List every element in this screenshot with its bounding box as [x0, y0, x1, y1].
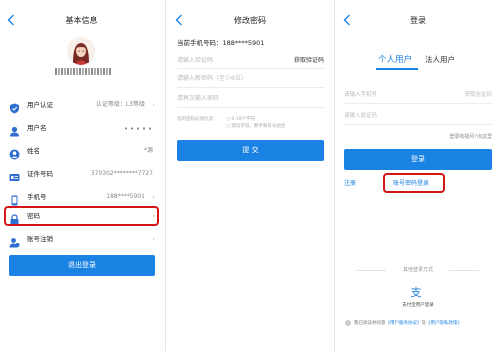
tab-corporate[interactable]: 法人用户 [425, 55, 455, 65]
highlight-box [4, 206, 159, 226]
shield-icon [9, 99, 20, 114]
highlight-box [383, 173, 445, 193]
divider [177, 107, 324, 108]
service-agreement-link[interactable]: 《用户服务协议》 [386, 321, 422, 326]
row-label: 证件号码 [27, 170, 53, 178]
row-id-number[interactable]: 证件号码 370302********7727 [0, 164, 163, 184]
id-card-icon [9, 168, 20, 181]
page-title: 基本信息 [65, 16, 98, 25]
new-password-input[interactable]: 请输入新密码（至少6位） [177, 74, 247, 84]
agreement-checkbox[interactable] [345, 320, 351, 326]
page-title: 修改密码 [234, 16, 266, 25]
masked-value [123, 127, 153, 130]
svg-text:支: 支 [411, 286, 422, 299]
phone-input[interactable]: 请输入手机号 [344, 90, 377, 100]
confirm-password-input[interactable]: 请再次输入密码 [177, 94, 219, 104]
alipay-login-label: 支付宝用户登录 [402, 303, 434, 308]
phone-icon [9, 191, 20, 206]
divider [177, 68, 324, 69]
row-label: 账号注销 [27, 235, 53, 243]
page-title: 登录 [410, 16, 426, 25]
row-label: 姓名 [27, 147, 40, 155]
change-password-screen: 修改密码 当前手机号码：188****5901 请输入验证码 获取验证码 请输入… [168, 0, 332, 351]
active-tab-indicator [376, 68, 418, 70]
row-value: 188****5901 [106, 193, 145, 200]
verification-code-input[interactable]: 请输入验证码 [344, 111, 377, 121]
agreement-text: 我已阅读并同意《用户服务协议》及《用户隐私政策》 [354, 320, 462, 327]
login-button[interactable]: 登录 [344, 149, 492, 170]
masked-username [55, 68, 111, 75]
divider [165, 0, 166, 351]
login-help-link[interactable]: 登录有疑问?点这里 [449, 133, 492, 141]
row-value: 370302********7727 [90, 170, 153, 177]
user-remove-icon [9, 233, 20, 248]
person-icon [9, 122, 20, 137]
row-username[interactable]: 用户名 [0, 118, 163, 138]
password-rule-length: ○ 6-18个字符 [226, 117, 256, 122]
register-link[interactable]: 注册 [344, 179, 356, 189]
divider [177, 87, 324, 88]
submit-button[interactable]: 提 交 [177, 140, 324, 161]
row-label: 用户名 [27, 124, 47, 132]
login-screen: 登录 个人用户 法人用户 请输入手机号 获取验证码 请输入验证码 登录有疑问?点… [336, 0, 500, 351]
chevron-right-icon: › [152, 193, 155, 201]
row-value: 认证等级：L3等级 [95, 101, 145, 108]
divider [344, 103, 492, 104]
verification-code-input[interactable]: 请输入验证码 [177, 56, 213, 66]
user-circle-icon [9, 145, 20, 160]
divider [334, 0, 335, 351]
password-hint-label: 您的密码必须包含： [177, 117, 218, 122]
logout-button[interactable]: 退出登录 [9, 255, 155, 276]
privacy-policy-link[interactable]: 《用户隐私政策》 [426, 321, 462, 326]
row-user-verification[interactable]: 用户认证 认证等级：L3等级 › [0, 95, 163, 115]
row-label: 手机号 [27, 193, 47, 201]
get-code-button[interactable]: 获取验证码 [464, 90, 492, 100]
divider [449, 270, 479, 271]
alipay-icon[interactable]: 支 [408, 284, 424, 300]
divider [344, 124, 492, 125]
chevron-right-icon: › [152, 101, 155, 109]
password-rule-mix: ○ 建议字母、数字和符号组合 [226, 124, 286, 129]
get-code-button[interactable]: 获取验证码 [294, 56, 324, 66]
basic-info-screen: 基本信息 用户认证 认证等级：L3等级 › 用户名 姓名 *源 证件号码 370… [0, 0, 163, 351]
row-value: *源 [143, 147, 153, 154]
current-phone-label: 当前手机号码：188****5901 [177, 39, 265, 47]
row-label: 用户认证 [27, 101, 53, 109]
chevron-right-icon: › [152, 235, 155, 243]
row-name[interactable]: 姓名 *源 [0, 141, 163, 161]
tab-personal[interactable]: 个人用户 [378, 55, 412, 65]
row-phone[interactable]: 手机号 188****5901 › [0, 187, 163, 207]
agreement-prefix: 我已阅读并同意 [354, 321, 386, 326]
avatar[interactable] [67, 37, 95, 65]
row-account-deletion[interactable]: 账号注销 › [0, 229, 163, 249]
